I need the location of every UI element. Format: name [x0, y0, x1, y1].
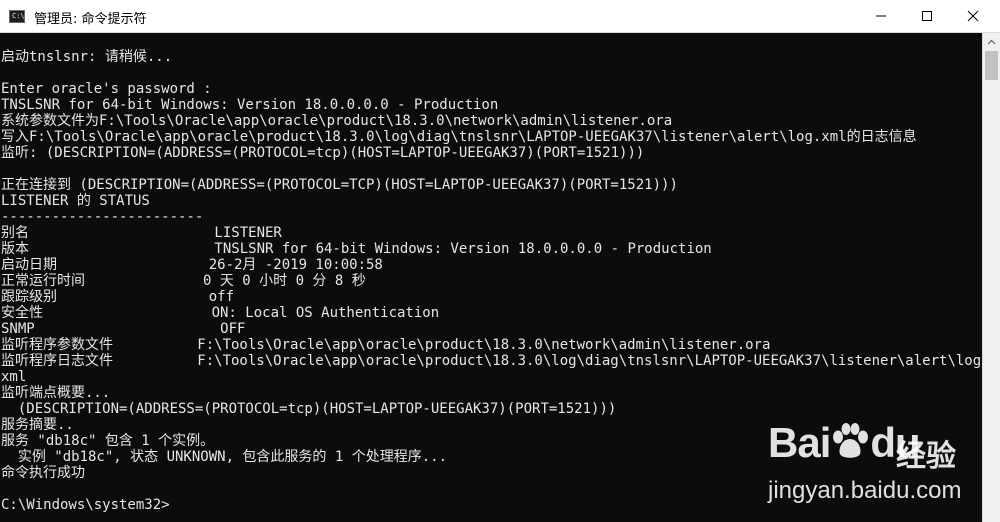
- console-line: 正常运行时间 0 天 0 小时 0 分 8 秒: [1, 273, 366, 289]
- console-app-icon[interactable]: C:\: [9, 10, 25, 23]
- maximize-button[interactable]: [904, 0, 950, 32]
- console-line: SNMP OFF: [1, 321, 246, 337]
- console-line: TNSLSNR for 64-bit Windows: Version 18.0…: [1, 97, 499, 113]
- vertical-scrollbar[interactable]: [982, 33, 1000, 522]
- watermark-brand-start: Bai: [768, 419, 831, 466]
- minimize-icon: [876, 15, 886, 17]
- console-line: 监听程序日志文件 F:\Tools\Oracle\app\oracle\prod…: [1, 353, 982, 369]
- baidu-jingyan-watermark: Bai du 经验 jingyan.baidu.com: [768, 405, 978, 515]
- console-line: 启动日期 26-2月 -2019 10:00:58: [1, 257, 383, 273]
- console-line: 正在连接到 (DESCRIPTION=(ADDRESS=(PROTOCOL=TC…: [1, 177, 678, 193]
- console-line: 服务 "db18c" 包含 1 个实例。: [1, 433, 215, 449]
- console-line: Enter oracle's password :: [1, 81, 212, 97]
- scroll-up-button[interactable]: [983, 33, 1000, 50]
- console-line: (DESCRIPTION=(ADDRESS=(PROTOCOL=tcp)(HOS…: [1, 401, 617, 417]
- paw-logo-icon: [833, 423, 869, 458]
- close-button[interactable]: [950, 0, 996, 32]
- console-line: LISTENER 的 STATUS: [1, 193, 150, 209]
- console-line: 监听端点概要...: [1, 385, 111, 401]
- console-line: 别名 LISTENER: [1, 225, 282, 241]
- console-line: 启动tnslsnr: 请稍候...: [1, 49, 173, 65]
- console-line: 监听: (DESCRIPTION=(ADDRESS=(PROTOCOL=tcp)…: [1, 145, 645, 161]
- chevron-up-icon: [987, 39, 996, 44]
- scroll-thumb[interactable]: [985, 51, 998, 80]
- title-bar[interactable]: C:\ 管理员: 命令提示符: [0, 0, 1000, 33]
- console-line: 跟踪级别 off: [1, 289, 235, 305]
- watermark-url: jingyan.baidu.com: [768, 477, 962, 504]
- console-line: 实例 "db18c", 状态 UNKNOWN, 包含此服务的 1 个处理程序..…: [1, 449, 448, 465]
- console-line: ------------------------: [1, 209, 204, 225]
- command-prompt-window: C:\ 管理员: 命令提示符 启动tnslsnr: 请稍候... Enter o…: [0, 0, 1000, 522]
- maximize-icon: [922, 11, 932, 21]
- console-line: 版本 TNSLSNR for 64-bit Windows: Version 1…: [1, 241, 712, 257]
- command-prompt-line[interactable]: C:\Windows\system32>: [1, 497, 170, 513]
- console-line: 监听程序参数文件 F:\Tools\Oracle\app\oracle\prod…: [1, 337, 771, 353]
- console-line: 命令执行成功: [1, 465, 85, 481]
- watermark-cn: 经验: [896, 439, 956, 474]
- console-line: 安全性 ON: Local OS Authentication: [1, 305, 440, 321]
- console-line: 写入F:\Tools\Oracle\app\oracle\product\18.…: [1, 129, 917, 145]
- minimize-button[interactable]: [858, 0, 904, 32]
- console-line: 服务摘要..: [1, 417, 74, 433]
- window-title: 管理员: 命令提示符: [34, 12, 147, 27]
- console-line: xml: [1, 369, 27, 385]
- close-icon: [967, 10, 979, 22]
- console-line: 系统参数文件为F:\Tools\Oracle\app\oracle\produc…: [1, 113, 673, 129]
